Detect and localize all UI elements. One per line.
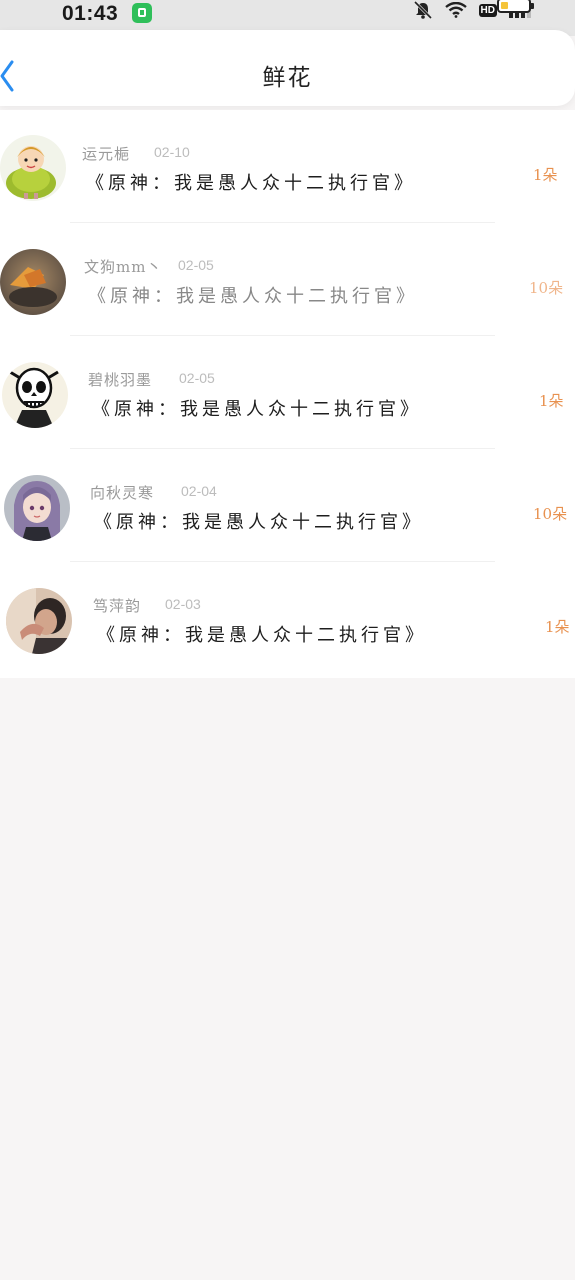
battery-icon	[497, 0, 534, 13]
avatar[interactable]	[6, 588, 72, 654]
user-name[interactable]: 向秋灵寒	[90, 482, 154, 503]
wifi-icon	[444, 2, 467, 18]
user-name[interactable]: 笃萍韵	[93, 595, 141, 616]
battery-level	[501, 2, 508, 9]
page-title: 鲜花	[262, 65, 313, 91]
flower-count: 10朵	[533, 505, 568, 523]
list-item[interactable]: 文狗mm丶 02-05 《原神：我是愚人众十二执行官》 10朵	[0, 223, 575, 336]
record-date: 02-03	[165, 596, 201, 612]
user-name[interactable]: 文狗mm丶	[84, 256, 162, 277]
gift-description: 《原神：我是愚人众十二执行官》	[97, 625, 427, 646]
app-notification-icon	[132, 3, 152, 23]
list-item[interactable]: 向秋灵寒 02-04 《原神：我是愚人众十二执行官》 10朵	[0, 449, 575, 562]
record-date: 02-10	[154, 144, 190, 160]
record-date: 02-05	[178, 257, 214, 273]
header-bar: 鲜花	[0, 30, 575, 106]
gift-description: 《原神：我是愚人众十二执行官》	[86, 173, 416, 194]
mute-bell-icon	[413, 1, 433, 19]
flower-count: 1朵	[545, 618, 570, 636]
gift-description: 《原神：我是愚人众十二执行官》	[88, 286, 418, 307]
avatar[interactable]	[2, 362, 68, 428]
hd-icon: HD	[478, 3, 497, 17]
flower-count: 10朵	[529, 279, 564, 297]
list-item[interactable]: 运元梔 02-10 《原神：我是愚人众十二执行官》 1朵	[0, 110, 575, 223]
avatar[interactable]	[0, 135, 66, 201]
avatar[interactable]	[4, 475, 70, 541]
flower-record-list: 运元梔 02-10 《原神：我是愚人众十二执行官》 1朵 文狗mm丶 02-05…	[0, 110, 575, 678]
record-date: 02-05	[179, 370, 215, 386]
flower-count: 1朵	[539, 392, 564, 410]
gift-description: 《原神：我是愚人众十二执行官》	[92, 399, 422, 420]
list-item[interactable]: 碧桃羽墨 02-05 《原神：我是愚人众十二执行官》 1朵	[0, 336, 575, 449]
list-item[interactable]: 笃萍韵 02-03 《原神：我是愚人众十二执行官》 1朵	[0, 562, 575, 675]
avatar[interactable]	[0, 249, 66, 315]
user-name[interactable]: 运元梔	[82, 143, 130, 164]
user-name[interactable]: 碧桃羽墨	[88, 369, 152, 390]
record-date: 02-04	[181, 483, 217, 499]
gift-description: 《原神：我是愚人众十二执行官》	[94, 512, 424, 533]
flower-count: 1朵	[533, 166, 558, 184]
status-time: 01:43	[62, 2, 119, 25]
